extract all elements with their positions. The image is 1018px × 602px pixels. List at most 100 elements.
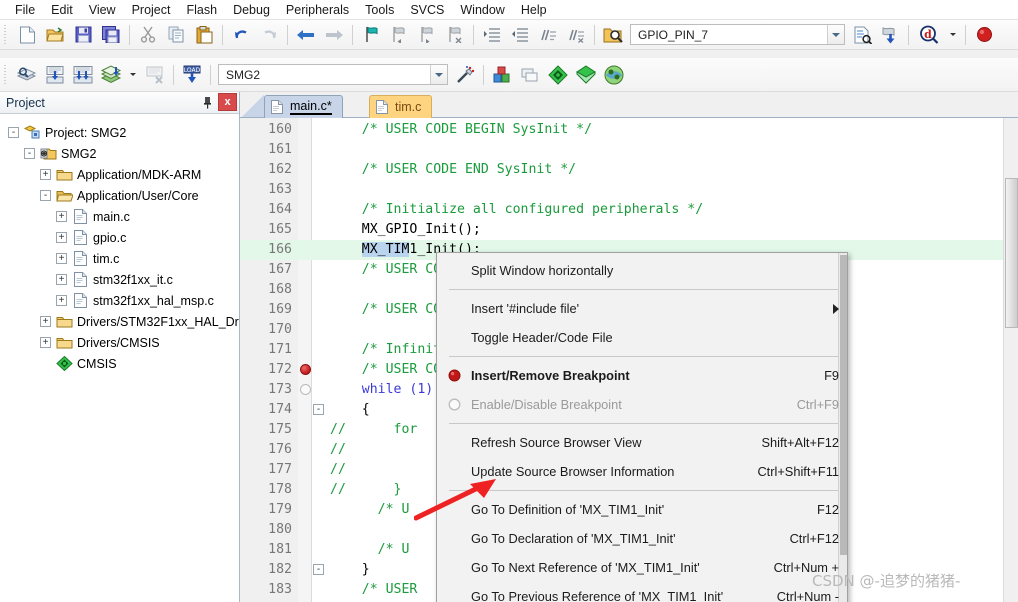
tree-expander[interactable]: + xyxy=(56,295,67,306)
code-text[interactable]: /* USER CODE END SysInit */ xyxy=(330,160,576,180)
breakpoint-marker[interactable] xyxy=(300,364,311,375)
pack-installer-icon[interactable] xyxy=(573,63,599,87)
download-to-flash-icon[interactable]: LOAD xyxy=(179,63,205,87)
tree-expander[interactable]: - xyxy=(8,127,19,138)
tab-main-c[interactable]: main.c* xyxy=(264,95,343,118)
tree-expander[interactable]: + xyxy=(40,337,51,348)
tree-item[interactable]: - Project: SMG2 xyxy=(0,122,239,143)
tree-expander[interactable]: + xyxy=(56,253,67,264)
target-selector-value[interactable]: SMG2 xyxy=(226,68,260,82)
bookmark-list-icon[interactable] xyxy=(849,23,875,47)
bookmark-clear-icon[interactable] xyxy=(442,23,468,47)
bookmark-prev-icon[interactable] xyxy=(386,23,412,47)
context-menu-item[interactable]: Insert/Remove Breakpoint F9 xyxy=(437,361,847,390)
menu-item-tools[interactable]: Tools xyxy=(358,1,401,19)
save-all-icon[interactable] xyxy=(98,23,124,47)
fold-toggle[interactable]: - xyxy=(313,564,324,575)
code-line[interactable]: 163 xyxy=(240,180,1018,200)
tree-item[interactable]: + Application/MDK-ARM xyxy=(0,164,239,185)
rebuild-all-icon[interactable] xyxy=(70,63,96,87)
context-menu-item[interactable]: Split Window horizontally xyxy=(437,256,847,285)
tree-item[interactable]: + main.c xyxy=(0,206,239,227)
code-text[interactable]: /* U xyxy=(330,540,410,560)
tree-item[interactable]: - SMG2 xyxy=(0,143,239,164)
tree-expander[interactable]: + xyxy=(40,316,51,327)
config-wizard-icon[interactable] xyxy=(601,63,627,87)
tree-expander[interactable]: + xyxy=(56,211,67,222)
code-line[interactable]: 160 /* USER CODE BEGIN SysInit */ xyxy=(240,120,1018,140)
undo-icon[interactable] xyxy=(228,23,254,47)
project-tree[interactable]: - Project: SMG2- SMG2 + Application/MDK-ARM -… xyxy=(0,114,239,600)
navigate-back-icon[interactable] xyxy=(293,23,319,47)
tree-item[interactable]: + Drivers/CMSIS xyxy=(0,332,239,353)
code-text[interactable]: /* Initialize all configured peripherals… xyxy=(330,200,703,220)
cmsis-pack-icon[interactable] xyxy=(545,63,571,87)
menu-item-flash[interactable]: Flash xyxy=(179,1,224,19)
debug-dropdown-icon[interactable] xyxy=(946,23,960,47)
tree-expander[interactable]: - xyxy=(24,148,35,159)
editor-vertical-scrollbar[interactable] xyxy=(1003,118,1018,602)
code-text[interactable]: { xyxy=(330,400,370,420)
uncomment-lines-icon[interactable] xyxy=(563,23,589,47)
code-text[interactable]: /* U xyxy=(330,500,410,520)
navigate-forward-icon[interactable] xyxy=(321,23,347,47)
tree-item[interactable]: - Application/User/Core xyxy=(0,185,239,206)
debug-session-icon[interactable]: d xyxy=(914,23,944,47)
code-text[interactable]: MX_GPIO_Init(); xyxy=(330,220,481,240)
find-in-files-icon[interactable] xyxy=(600,23,626,47)
chevron-down-icon[interactable] xyxy=(827,25,844,44)
menu-item-edit[interactable]: Edit xyxy=(44,1,80,19)
code-text[interactable]: } xyxy=(330,560,370,580)
menu-item-view[interactable]: View xyxy=(82,1,123,19)
menu-item-debug[interactable]: Debug xyxy=(226,1,277,19)
chevron-down-icon[interactable] xyxy=(430,65,447,84)
tree-item[interactable]: + stm32f1xx_it.c xyxy=(0,269,239,290)
tree-expander[interactable]: + xyxy=(40,169,51,180)
menu-item-project[interactable]: Project xyxy=(125,1,178,19)
multi-project-icon[interactable] xyxy=(517,63,543,87)
build-target-icon[interactable] xyxy=(42,63,68,87)
menu-item-peripherals[interactable]: Peripherals xyxy=(279,1,356,19)
tree-item[interactable]: + gpio.c xyxy=(0,227,239,248)
code-text[interactable]: // xyxy=(330,460,346,480)
breakpoint-marker-disabled[interactable] xyxy=(300,384,311,395)
toolbar-grip[interactable] xyxy=(2,24,10,45)
code-text[interactable]: // for xyxy=(330,420,417,440)
context-menu-item[interactable]: Update Source Browser Information Ctrl+Sh… xyxy=(437,457,847,486)
batch-build-dropdown-icon[interactable] xyxy=(126,63,140,87)
target-combo[interactable]: SMG2 xyxy=(218,64,448,85)
tab-tim-c[interactable]: tim.c xyxy=(369,95,433,118)
context-menu-item[interactable]: Insert '#include file' xyxy=(437,294,847,323)
menu-item-file[interactable]: File xyxy=(8,1,42,19)
tree-item[interactable]: + stm32f1xx_hal_msp.c xyxy=(0,290,239,311)
batch-build-icon[interactable] xyxy=(98,63,124,87)
code-line[interactable]: 164 /* Initialize all configured periphe… xyxy=(240,200,1018,220)
code-line[interactable]: 162 /* USER CODE END SysInit */ xyxy=(240,160,1018,180)
context-menu-item[interactable]: Toggle Header/Code File xyxy=(437,323,847,352)
code-text[interactable]: while (1) xyxy=(330,380,433,400)
tree-expander[interactable]: + xyxy=(56,274,67,285)
save-icon[interactable] xyxy=(70,23,96,47)
toolbar-grip[interactable] xyxy=(2,64,10,85)
context-menu-item[interactable]: Go To Declaration of 'MX_TIM1_Init' Ctrl+… xyxy=(437,524,847,553)
new-file-icon[interactable] xyxy=(14,23,40,47)
cut-icon[interactable] xyxy=(135,23,161,47)
stop-build-icon[interactable] xyxy=(142,63,168,87)
close-icon[interactable]: x xyxy=(218,93,237,111)
scrollbar-thumb[interactable] xyxy=(1005,178,1018,328)
tree-expander[interactable]: - xyxy=(40,190,51,201)
context-menu-item[interactable]: Go To Previous Reference of 'MX_TIM1_Ini… xyxy=(437,582,847,602)
comment-lines-icon[interactable] xyxy=(535,23,561,47)
insert-snippet-icon[interactable] xyxy=(877,23,903,47)
context-menu-item[interactable]: Go To Next Reference of 'MX_TIM1_Init' Ct… xyxy=(437,553,847,582)
context-menu-item[interactable]: Refresh Source Browser View Shift+Alt+F12 xyxy=(437,428,847,457)
code-line[interactable]: 161 xyxy=(240,140,1018,160)
code-text[interactable]: // xyxy=(330,440,346,460)
bookmark-next-icon[interactable] xyxy=(414,23,440,47)
code-text[interactable]: /* USER xyxy=(330,580,418,600)
redo-icon[interactable] xyxy=(256,23,282,47)
code-line[interactable]: 165 MX_GPIO_Init(); xyxy=(240,220,1018,240)
tree-expander[interactable]: + xyxy=(56,232,67,243)
tree-item[interactable]: + tim.c xyxy=(0,248,239,269)
editor-context-menu[interactable]: Split Window horizontally Insert '#includ… xyxy=(436,252,848,602)
